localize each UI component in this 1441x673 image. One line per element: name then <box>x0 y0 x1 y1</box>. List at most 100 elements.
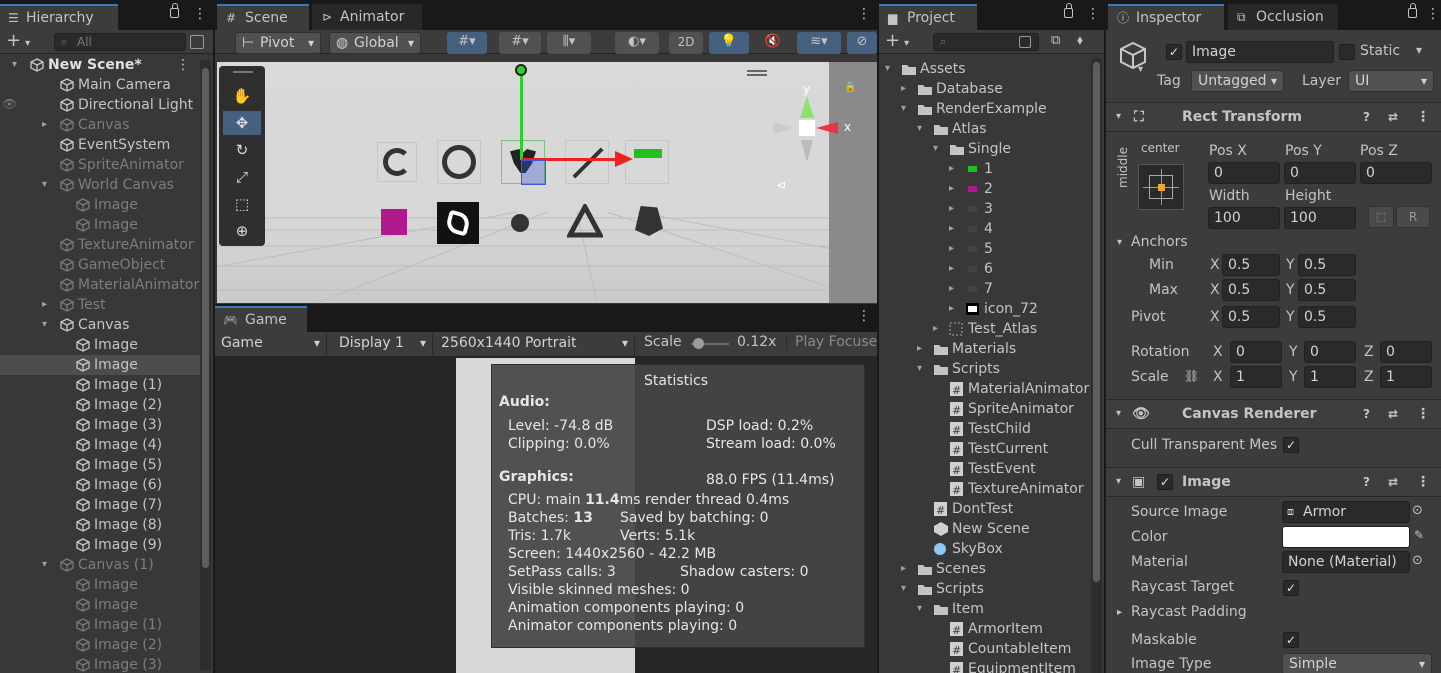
project-item[interactable]: ▸ 1 <box>879 159 1091 179</box>
hierarchy-item[interactable]: GameObject <box>0 255 200 275</box>
expand-chevron-icon[interactable]: ▾ <box>917 599 922 619</box>
project-item[interactable]: # CountableItem <box>879 639 1091 659</box>
image-enabled-checkbox[interactable]: ✓ <box>1157 474 1173 490</box>
preset-icon[interactable]: ⇄ <box>1388 103 1398 131</box>
raycast-target-checkbox[interactable]: ✓ <box>1283 580 1299 596</box>
gizmo-plane-handle[interactable] <box>521 160 546 185</box>
project-item[interactable]: ▸ 7 <box>879 279 1091 299</box>
hierarchy-item[interactable]: ▸ Canvas <box>0 115 200 135</box>
image-preset-icon[interactable]: ⇄ <box>1388 468 1398 496</box>
hierarchy-item[interactable]: Image <box>0 575 200 595</box>
project-item[interactable]: # MaterialAnimator <box>879 379 1091 399</box>
collapse-chevron-icon[interactable]: ▸ <box>949 299 954 319</box>
pos-x-field[interactable]: 0 <box>1208 162 1280 184</box>
hierarchy-scroll-thumb[interactable] <box>202 68 209 568</box>
grid-visibility-button[interactable]: #▾ <box>499 32 541 54</box>
project-item[interactable]: New Scene <box>879 519 1091 539</box>
mode-2d-button[interactable]: 2D <box>669 32 703 54</box>
project-item[interactable]: ▾ Assets <box>879 59 1091 79</box>
hierarchy-item[interactable]: EventSystem <box>0 135 200 155</box>
cull-transparent-checkbox[interactable]: ✓ <box>1283 437 1299 453</box>
hierarchy-item[interactable]: MaterialAnimator <box>0 275 200 295</box>
hierarchy-item[interactable]: Image (4) <box>0 435 200 455</box>
filter-by-label-icon[interactable]: ⬧ <box>1077 33 1083 48</box>
tab-hierarchy[interactable]: ☰ Hierarchy <box>0 4 118 30</box>
component-menu-icon[interactable]: ⋮ <box>1416 103 1430 131</box>
hierarchy-item[interactable]: Image <box>0 355 200 375</box>
rot-y-field[interactable]: 0 <box>1304 341 1356 363</box>
resolution-dropdown[interactable]: 2560x1440 Portrait <box>435 333 635 355</box>
eyedropper-icon[interactable]: ✎ <box>1414 528 1424 542</box>
project-item[interactable]: ▸ Test_Atlas <box>879 319 1091 339</box>
project-scroll-thumb[interactable] <box>1093 62 1100 582</box>
maskable-checkbox[interactable]: ✓ <box>1283 632 1299 648</box>
scale-slider[interactable] <box>691 338 729 349</box>
constrain-proportions-icon[interactable]: ⛓ <box>1184 369 1199 383</box>
hierarchy-item[interactable]: ▾ Canvas (1) <box>0 555 200 575</box>
inspector-menu-icon[interactable]: ⋮ <box>1426 6 1440 22</box>
sprite-6-triangle[interactable] <box>565 201 605 238</box>
tab-occlusion[interactable]: ⧉ Occlusion <box>1228 4 1338 30</box>
material-picker-icon[interactable]: ⊙ <box>1412 553 1423 568</box>
image-type-dropdown[interactable]: Simple <box>1282 653 1432 673</box>
project-item[interactable]: # EquipmentItem <box>879 659 1091 673</box>
source-image-picker-icon[interactable]: ⊙ <box>1412 503 1423 518</box>
hierarchy-item[interactable]: ▾ World Canvas <box>0 175 200 195</box>
project-item[interactable]: ▸ Scenes <box>879 559 1091 579</box>
project-item[interactable]: # DontTest <box>879 499 1091 519</box>
tab-inspector[interactable]: ⓘ Inspector <box>1108 4 1224 30</box>
sword-icon[interactable] <box>565 140 609 184</box>
scale-tool-icon[interactable]: ⤢ <box>223 165 261 189</box>
display-dropdown[interactable]: Display 1 <box>333 333 433 355</box>
visibility-eye-icon[interactable]: 👁 <box>2 97 17 111</box>
object-name-field[interactable]: Image <box>1186 41 1334 63</box>
project-search-filter-icon[interactable] <box>1019 36 1031 48</box>
scene-viewport[interactable]: ✋ ✥ ↻ ⤢ ⬚ ⊕ y x 🔒 ⊲ <box>217 62 877 303</box>
canvas-renderer-foldout[interactable]: ▾ <box>1116 400 1121 428</box>
shading-mode-button[interactable]: ◐▾ <box>615 32 659 54</box>
collapse-chevron-icon[interactable]: ▸ <box>949 219 954 239</box>
expand-chevron-icon[interactable]: ▾ <box>885 59 890 79</box>
expand-chevron-icon[interactable]: ▾ <box>42 175 47 195</box>
hierarchy-item[interactable]: Image <box>0 335 200 355</box>
tab-game[interactable]: 🎮 Game <box>215 306 307 332</box>
expand-chevron-icon[interactable]: ▾ <box>42 555 47 575</box>
max-x-field[interactable]: 0.5 <box>1222 279 1280 301</box>
gizmo-lock-icon[interactable]: 🔒 <box>844 82 856 93</box>
anchor-presets-button[interactable] <box>1138 164 1184 210</box>
lock-icon[interactable] <box>170 3 179 18</box>
expand-chevron-icon[interactable]: ▾ <box>42 315 47 335</box>
image-component-header[interactable]: ▾ ▣ ✓ Image ? ⇄ ⋮ <box>1106 467 1441 497</box>
sprite-3-ring-broken[interactable] <box>377 142 417 182</box>
collapse-chevron-icon[interactable]: ▸ <box>949 199 954 219</box>
static-chevron-icon[interactable]: ▾ <box>1416 43 1422 57</box>
hierarchy-search-input[interactable]: ⌕ All <box>54 33 186 51</box>
scene-menu-icon[interactable]: ⋮ <box>857 6 871 22</box>
image-component-foldout[interactable]: ▾ <box>1116 468 1121 496</box>
add-object-button[interactable]: + ▾ <box>6 30 30 55</box>
hand-tool-icon[interactable]: ✋ <box>223 84 261 108</box>
filter-by-type-icon[interactable]: ⧉ <box>1051 33 1060 48</box>
pivot-y-field[interactable]: 0.5 <box>1298 306 1356 328</box>
effects-toggle-icon[interactable]: ≋▾ <box>797 32 841 54</box>
game-menu-icon[interactable]: ⋮ <box>857 308 871 324</box>
rot-x-field[interactable]: 0 <box>1230 341 1282 363</box>
project-item[interactable]: ▾ RenderExample <box>879 99 1091 119</box>
project-item[interactable]: ▸ Database <box>879 79 1091 99</box>
gizmo-y-cap[interactable] <box>515 64 527 76</box>
hierarchy-item[interactable]: Image <box>0 595 200 615</box>
scene-menu-icon[interactable]: ⋮ <box>176 55 190 75</box>
project-item[interactable]: ▾ Scripts <box>879 579 1091 599</box>
hierarchy-item[interactable]: Image (2) <box>0 635 200 655</box>
hierarchy-menu-icon[interactable]: ⋮ <box>193 6 207 22</box>
rect-transform-foldout[interactable]: ▾ <box>1116 103 1121 131</box>
project-item[interactable]: ▸ 2 <box>879 179 1091 199</box>
scale-slider-thumb[interactable] <box>693 338 704 349</box>
hidden-objects-icon[interactable]: ⊘ <box>847 32 877 54</box>
collapse-chevron-icon[interactable]: ▸ <box>949 159 954 179</box>
canvas-renderer-preset-icon[interactable]: ⇄ <box>1388 400 1398 428</box>
project-item[interactable]: # TextureAnimator <box>879 479 1091 499</box>
hierarchy-item[interactable]: Image (3) <box>0 655 200 673</box>
pos-z-field[interactable]: 0 <box>1360 162 1432 184</box>
project-item[interactable]: # ArmorItem <box>879 619 1091 639</box>
